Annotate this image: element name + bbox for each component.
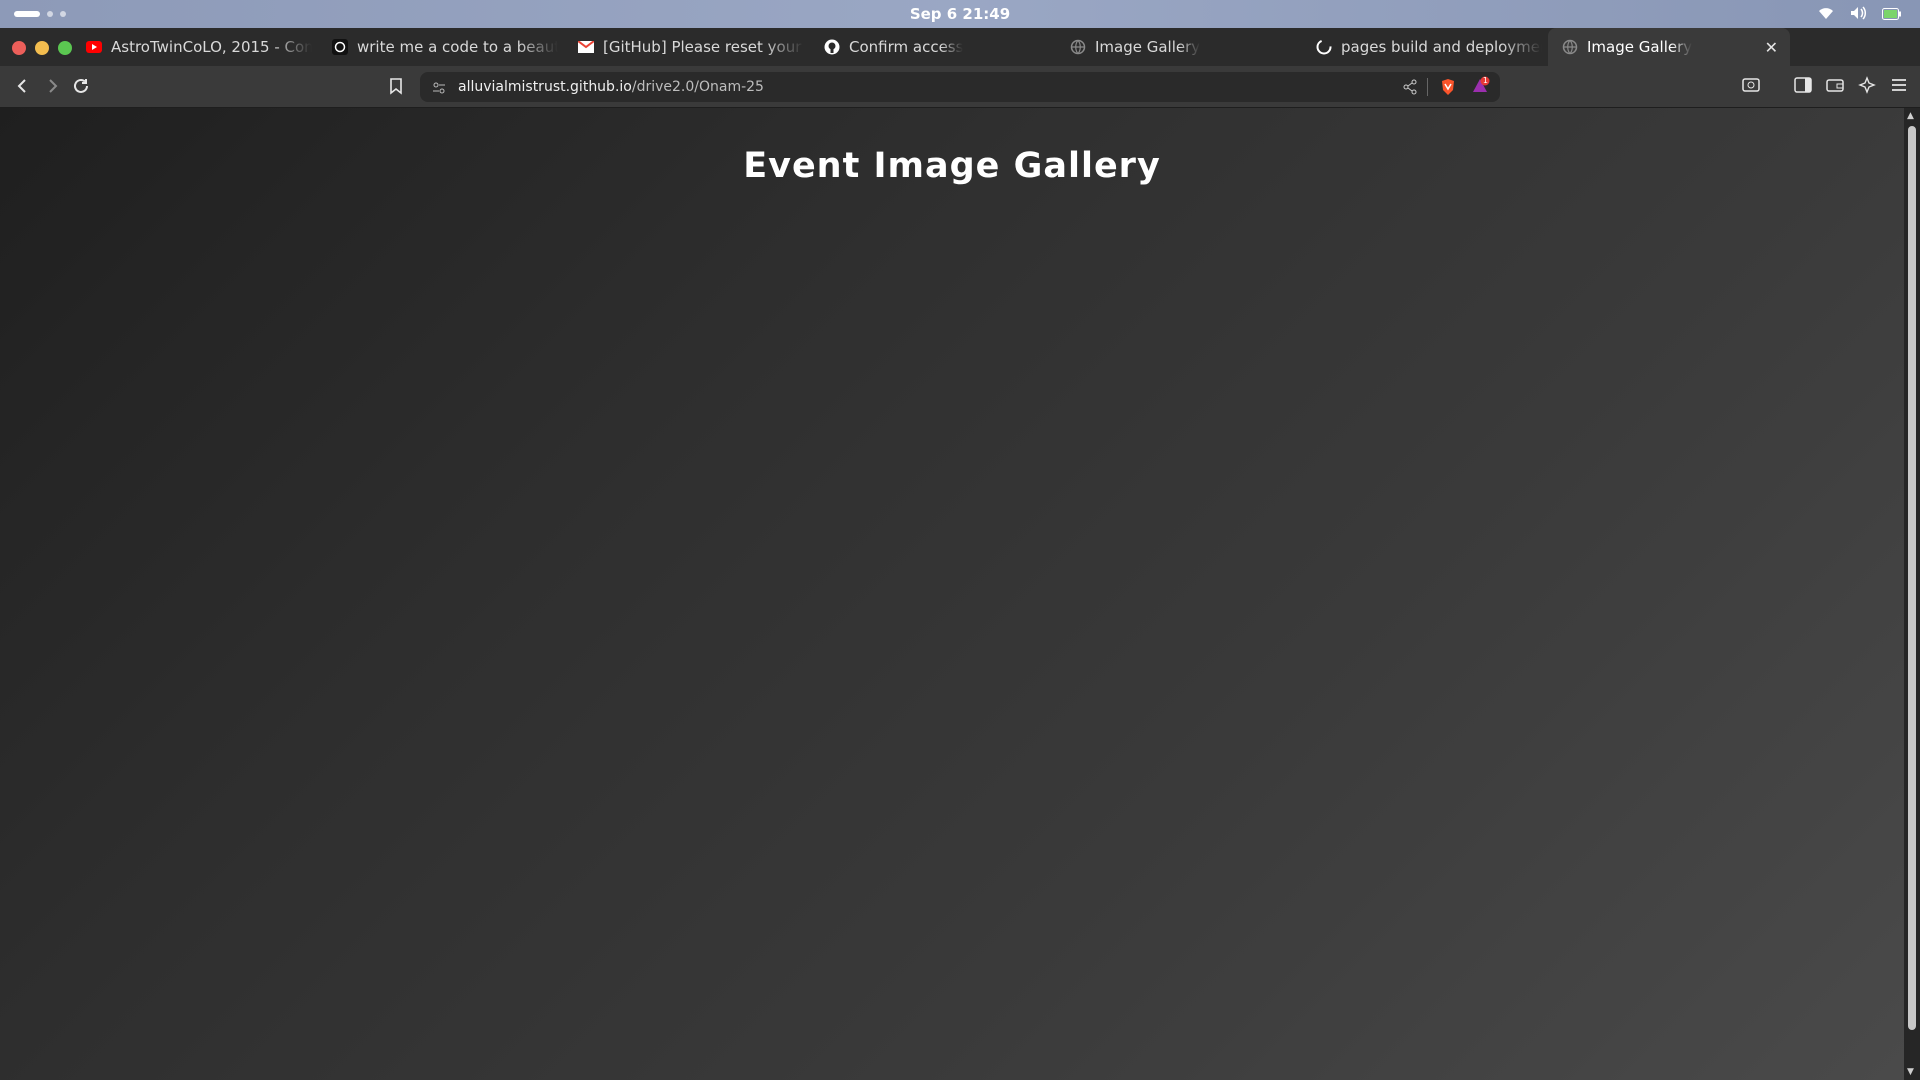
system-top-bar: Sep 6 21:49 (0, 0, 1920, 28)
tab-title: [GitHub] Please reset your pa (603, 38, 804, 56)
address-bar[interactable]: alluvialmistrust.github.io/drive2.0/Onam… (420, 72, 1500, 102)
notification-badge: 1 (1482, 76, 1488, 85)
tab-title: pages build and deployment (1341, 38, 1542, 56)
tab-chatgpt[interactable]: write me a code to a beautiful (318, 28, 558, 66)
menu-icon[interactable] (1890, 77, 1908, 97)
maximize-window-button[interactable] (58, 41, 72, 55)
system-tray[interactable] (1818, 6, 1902, 24)
tab-image-gallery[interactable]: Image Gallery (1056, 28, 1296, 66)
minimize-window-button[interactable] (35, 41, 49, 55)
tab-strip: AstroTwinCoLO, 2015 - Comp write me a co… (0, 28, 1920, 86)
chatgpt-icon (332, 39, 348, 55)
tab-title: Confirm access (849, 38, 964, 56)
tab-title: AstroTwinCoLO, 2015 - Comp (111, 38, 312, 56)
page-content: Event Image Gallery (0, 108, 1904, 1080)
tab-pages-build[interactable]: pages build and deployment (1302, 28, 1542, 66)
scroll-down-icon[interactable]: ▼ (1907, 1067, 1914, 1077)
close-window-button[interactable] (12, 41, 26, 55)
leo-ai-icon[interactable] (1858, 76, 1876, 98)
github-actions-icon (1316, 39, 1332, 55)
close-tab-icon[interactable]: ✕ (1765, 38, 1778, 57)
site-settings-icon[interactable] (432, 80, 446, 99)
screenshot-icon[interactable] (1742, 77, 1760, 97)
tab-title: Image Gallery (1587, 38, 1693, 56)
share-icon[interactable] (1402, 79, 1418, 99)
youtube-icon (86, 39, 102, 55)
tab-image-gallery-active[interactable]: Image Gallery ✕ (1548, 28, 1790, 66)
url-path: /drive2.0/Onam-25 (631, 79, 764, 95)
wifi-icon[interactable] (1818, 6, 1834, 24)
volume-icon[interactable] (1850, 6, 1867, 24)
browser-toolbar: alluvialmistrust.github.io/drive2.0/Onam… (0, 66, 1920, 108)
back-button[interactable] (14, 77, 32, 99)
page-title: Event Image Gallery (743, 146, 1161, 186)
forward-button[interactable] (43, 77, 61, 99)
battery-icon[interactable] (1882, 6, 1902, 24)
reload-button[interactable] (72, 77, 90, 99)
scroll-up-icon[interactable]: ▲ (1907, 111, 1914, 121)
gmail-icon (578, 39, 594, 55)
url-text: alluvialmistrust.github.io/drive2.0/Onam… (458, 79, 764, 95)
globe-icon (1562, 39, 1578, 55)
tab-youtube[interactable]: AstroTwinCoLO, 2015 - Comp (72, 28, 312, 66)
bookmark-icon[interactable] (388, 77, 404, 99)
tab-gmail[interactable]: [GitHub] Please reset your pa (564, 28, 804, 66)
window-controls (12, 41, 72, 55)
github-icon (824, 39, 840, 55)
toolbar-actions (1742, 76, 1908, 98)
tab-title: write me a code to a beautiful (357, 38, 558, 56)
tab-github-confirm[interactable]: Confirm access (810, 28, 1050, 66)
wallet-icon[interactable] (1826, 77, 1844, 97)
system-clock[interactable]: Sep 6 21:49 (0, 5, 1920, 23)
brave-shields-icon[interactable] (1440, 78, 1456, 100)
scrollbar-thumb[interactable] (1908, 126, 1916, 1030)
vertical-scrollbar[interactable]: ▲ ▼ (1904, 108, 1920, 1080)
tab-title: Image Gallery (1095, 38, 1201, 56)
globe-icon (1070, 39, 1086, 55)
divider (1427, 78, 1428, 96)
sidebar-toggle-icon[interactable] (1794, 77, 1812, 97)
url-domain: alluvialmistrust.github.io (458, 79, 632, 95)
